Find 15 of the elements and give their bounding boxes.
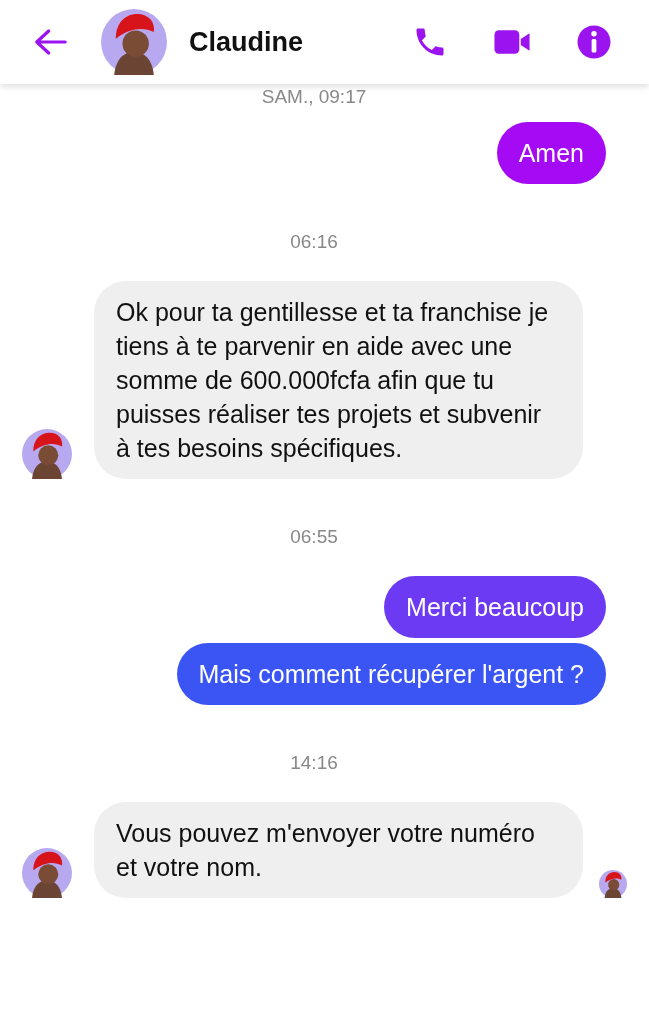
timestamp: 06:16	[289, 231, 339, 253]
avatar	[101, 9, 167, 75]
message-bubble: Vous pouvez m'envoyer votre numéro et votre nom.	[94, 802, 583, 898]
message-bubble: Mais comment récupérer l'argent ?	[176, 643, 606, 705]
message-bubble: Merci beaucoup	[384, 576, 606, 638]
avatar	[22, 429, 72, 479]
timestamp: 06:55	[289, 526, 339, 548]
timestamp: SAM., 09:17	[260, 86, 368, 108]
contact-name: Claudine	[189, 26, 303, 58]
timestamp: 14:16	[289, 752, 339, 774]
avatar	[22, 848, 72, 898]
message-bubble: Amen	[496, 122, 606, 184]
message-bubble: Ok pour ta gentillesse et ta franchise je tiens à te parvenir en aide avec une somme de 600.000fcfa afin que tu puisses réaliser tes projets et subvenir à tes besoins spécifiques.	[94, 281, 583, 479]
info-icon[interactable]	[575, 24, 613, 60]
back-arrow-icon[interactable]	[34, 28, 67, 56]
